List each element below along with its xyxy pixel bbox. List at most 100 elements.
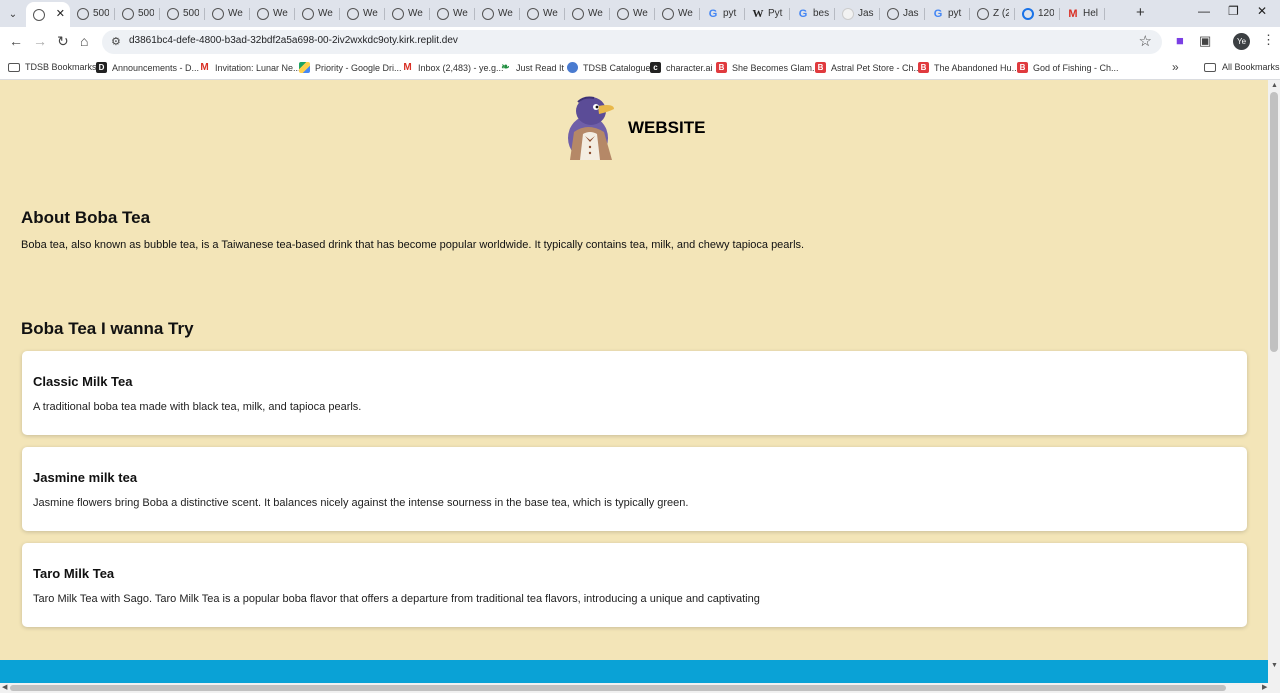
minimize-icon[interactable]: — xyxy=(1198,4,1210,18)
tab-list: ✕ 500 500 500 We We We We We We We We We We We Gpyt W Pyt… xyxy=(26,2,1105,27)
tea-card-description: Taro Milk Tea with Sago. Taro Milk Tea i… xyxy=(33,593,760,605)
bookmark-item[interactable]: B The Abandoned Hu... xyxy=(918,62,1019,73)
tea-card-title: Classic Milk Tea xyxy=(33,374,133,389)
close-window-icon[interactable]: ✕ xyxy=(1257,4,1267,18)
bookmark-item[interactable]: M Inbox (2,483) - ye.g... xyxy=(402,62,504,73)
catalogue-icon xyxy=(567,62,578,73)
bookmark-item[interactable]: c character.ai xyxy=(650,62,713,73)
forward-icon[interactable]: → xyxy=(33,33,47,49)
home-icon[interactable]: ⌂ xyxy=(80,33,88,49)
bookmark-item[interactable]: TDSB Catalogue xyxy=(567,62,651,73)
browser-tab[interactable]: We xyxy=(205,2,250,25)
globe-icon xyxy=(572,7,584,20)
extensions-puzzle-icon[interactable]: ▣ xyxy=(1199,33,1211,49)
tea-card-description: Jasmine flowers bring Boba a distinctive… xyxy=(33,497,689,509)
scroll-left-icon[interactable]: ◀ xyxy=(2,683,7,691)
browser-tab[interactable]: We xyxy=(475,2,520,25)
address-bar[interactable]: ⚙ d3861bc4-defe-4800-b3ad-32bdf2a5a698-0… xyxy=(102,30,1162,54)
browser-tab[interactable]: 500 xyxy=(160,2,205,25)
tab-title: 120 xyxy=(1038,8,1054,19)
globe-icon xyxy=(302,7,314,20)
browser-tab[interactable]: W Pyt xyxy=(745,2,790,25)
ring-icon xyxy=(1022,7,1034,20)
browser-tab[interactable]: We xyxy=(520,2,565,25)
reload-icon[interactable]: ↻ xyxy=(57,33,69,50)
bookmark-item[interactable]: M Invitation: Lunar Ne... xyxy=(199,62,300,73)
horizontal-scrollbar[interactable]: ◀ ▶ xyxy=(0,683,1280,693)
back-icon[interactable]: ← xyxy=(9,33,23,49)
bookmark-item[interactable]: B God of Fishing - Ch... xyxy=(1017,62,1119,73)
site-info-icon[interactable]: ⚙ xyxy=(111,35,121,48)
globe-icon xyxy=(77,7,89,20)
dsb-icon: D xyxy=(96,62,107,73)
vertical-scroll-thumb[interactable] xyxy=(1270,92,1278,352)
bookmark-item[interactable]: Priority - Google Dri... xyxy=(299,62,402,73)
bookmark-item[interactable]: ❧ Just Read It xyxy=(500,62,564,73)
browser-tab[interactable]: 500 xyxy=(70,2,115,25)
restore-icon[interactable]: ❐ xyxy=(1228,4,1239,18)
leaf-icon: ❧ xyxy=(501,62,510,73)
bookmark-label: She Becomes Glam... xyxy=(732,62,820,73)
horizontal-scroll-thumb[interactable] xyxy=(10,685,1226,691)
bookmark-star-icon[interactable]: ☆ xyxy=(1139,32,1152,50)
browser-tab[interactable]: We xyxy=(565,2,610,25)
bookmark-item[interactable]: D Announcements - D... xyxy=(96,62,199,73)
tab-title: Z (2 xyxy=(993,8,1009,19)
scroll-up-icon[interactable]: ▲ xyxy=(1271,82,1278,89)
browser-tab[interactable]: We xyxy=(385,2,430,25)
about-heading: About Boba Tea xyxy=(21,208,151,227)
browser-tab[interactable]: We xyxy=(430,2,475,25)
browser-tab[interactable]: Gbes xyxy=(790,2,835,25)
browser-tab[interactable]: Jas xyxy=(880,2,925,25)
scroll-down-icon[interactable]: ▼ xyxy=(1271,662,1278,669)
tea-card-title: Taro Milk Tea xyxy=(33,566,115,581)
url-text[interactable]: d3861bc4-defe-4800-b3ad-32bdf2a5a698-00-… xyxy=(129,35,458,46)
bookmark-label: character.ai xyxy=(666,62,713,73)
browser-tab[interactable]: We xyxy=(655,2,700,25)
tab-title: We xyxy=(588,8,603,19)
profile-avatar[interactable]: Ye xyxy=(1233,33,1250,50)
gmail-icon: M xyxy=(1068,7,1078,20)
globe-icon xyxy=(167,7,179,20)
browser-tab[interactable]: 500 xyxy=(115,2,160,25)
bookmark-label: TDSB Bookmarks xyxy=(25,62,97,72)
browser-tab[interactable]: ✕ xyxy=(26,2,70,27)
browser-tab[interactable]: Gpyt xyxy=(700,2,745,25)
google-icon: G xyxy=(708,7,718,20)
bookmark-label: Just Read It xyxy=(516,62,565,73)
browser-tab[interactable]: Gpyt xyxy=(925,2,970,25)
globe-icon xyxy=(33,8,45,21)
bookmarks-bar: » All Bookmarks TDSB Bookmarks D Announcem… xyxy=(0,57,1280,80)
browser-tab[interactable]: We xyxy=(295,2,340,25)
bookmark-item[interactable]: TDSB Bookmarks xyxy=(8,62,97,72)
browser-tab[interactable]: M Hel xyxy=(1060,2,1105,25)
browser-tab[interactable]: We xyxy=(610,2,655,25)
bookmark-label: Inbox (2,483) - ye.g... xyxy=(418,62,504,73)
globe-icon xyxy=(527,7,539,20)
browser-tab[interactable]: We xyxy=(250,2,295,25)
gmail-icon: M xyxy=(403,62,412,73)
bookmark-item[interactable]: B She Becomes Glam... xyxy=(716,62,820,73)
tea-card: Taro Milk Tea Taro Milk Tea with Sago. T… xyxy=(22,543,1247,627)
browser-tab[interactable]: Z (2 xyxy=(970,2,1015,25)
tab-title: We xyxy=(408,8,423,19)
browser-tab[interactable]: Jas xyxy=(835,2,880,25)
b-icon: B xyxy=(716,62,727,73)
bookmark-item[interactable]: B Astral Pet Store - Ch... xyxy=(815,62,921,73)
character-ai-icon: c xyxy=(650,62,661,73)
site-footer xyxy=(0,660,1268,683)
tab-title: 500 xyxy=(183,8,199,19)
browser-tab[interactable]: We xyxy=(340,2,385,25)
b-icon: B xyxy=(918,62,929,73)
browser-tab[interactable]: 120 xyxy=(1015,2,1060,25)
extension-icon[interactable]: ■ xyxy=(1176,33,1184,48)
more-bookmarks-icon[interactable]: » xyxy=(1172,60,1179,74)
close-tab-icon[interactable]: ✕ xyxy=(56,7,65,20)
browser-menu-icon[interactable]: ⋮ xyxy=(1262,32,1275,48)
tab-search-dropdown-icon[interactable]: ⌄ xyxy=(4,5,22,23)
new-tab-button[interactable]: + xyxy=(1136,4,1145,21)
tab-title: bes xyxy=(813,8,829,19)
scroll-right-icon[interactable]: ▶ xyxy=(1262,683,1267,691)
all-bookmarks-button[interactable]: All Bookmarks xyxy=(1204,62,1280,72)
vertical-scrollbar[interactable]: ▲ ▼ xyxy=(1268,80,1280,683)
